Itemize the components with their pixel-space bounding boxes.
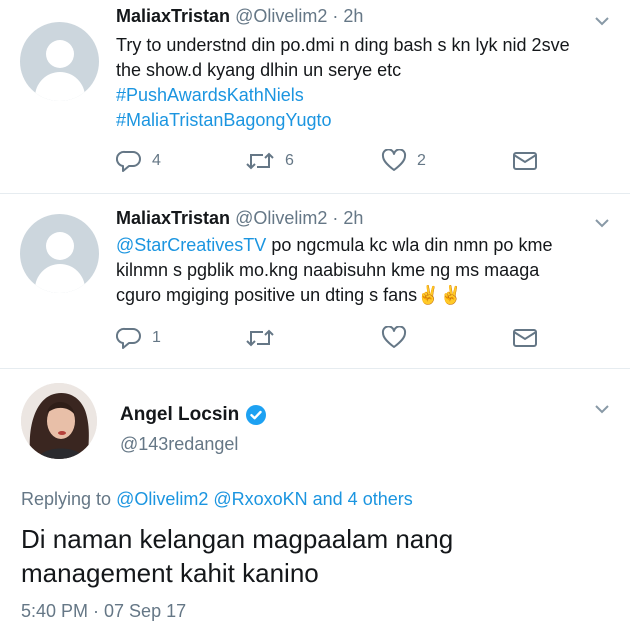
tweet-actions: 1	[116, 325, 546, 351]
like-button[interactable]: 2	[381, 148, 426, 174]
reply-count: 1	[152, 329, 161, 346]
reply-icon	[116, 150, 141, 172]
retweet-count: 6	[285, 152, 294, 169]
tweet-text-line: kilnmn s pgblik mo.kng naabisuhn kme ng …	[116, 260, 540, 280]
retweet-button[interactable]: 6	[245, 148, 294, 174]
tweet-text: @StarCreativesTV po ngcmula kc wla din n…	[116, 233, 616, 308]
tweet-timestamp: 5:40 PM · 07 Sep 17	[21, 601, 187, 621]
direct-message-button[interactable]	[512, 325, 538, 351]
like-icon	[381, 326, 407, 348]
verified-badge-icon	[246, 405, 267, 425]
avatar[interactable]	[20, 22, 99, 101]
like-count: 2	[417, 152, 426, 169]
mention-link[interactable]: @StarCreativesTV	[116, 235, 266, 255]
profile-photo	[21, 383, 97, 459]
like-button[interactable]	[381, 325, 417, 351]
tweet-text-line: @StarCreativesTV po ngcmula kc wla din n…	[116, 233, 616, 258]
author-handle[interactable]: @Olivelim2	[235, 6, 327, 26]
tweet-text-line: the show.d kyang dlhin un serye etc	[116, 60, 402, 80]
replying-to: Replying to @Olivelim2 @RxoxoKN and 4 ot…	[21, 489, 413, 510]
main-tweet-text: Di naman kelangan magpaalam nang managem…	[21, 524, 454, 588]
divider	[0, 368, 630, 369]
author-handle[interactable]: @Olivelim2	[235, 208, 327, 228]
author-handle[interactable]: @143redangel	[120, 434, 238, 455]
tweet-text-line: Try to understnd din po.dmi n ding bash …	[116, 35, 570, 55]
reply-button[interactable]: 4	[116, 148, 161, 174]
replying-prefix: Replying to	[21, 489, 117, 509]
tweet-text-line: cguro mgiging positive un dting s fans✌️…	[116, 285, 462, 305]
chevron-down-icon[interactable]	[594, 403, 610, 415]
retweet-icon	[246, 329, 274, 347]
direct-message-icon	[513, 152, 537, 170]
chevron-down-icon[interactable]	[594, 217, 610, 229]
author-name[interactable]: MaliaxTristan	[116, 6, 230, 26]
reply-button[interactable]: 1	[116, 325, 161, 351]
author-name[interactable]: MaliaxTristan	[116, 208, 230, 228]
author-name-text: Angel Locsin	[120, 404, 240, 425]
divider	[0, 193, 630, 194]
chevron-down-icon[interactable]	[594, 15, 610, 27]
tweet-text-span: po ngcmula kc wla din nmn po kme	[266, 235, 553, 255]
tweet-actions: 4 6 2	[116, 148, 546, 174]
tweet-time: · 2h	[327, 6, 364, 26]
direct-message-icon	[513, 329, 537, 347]
avatar[interactable]	[20, 214, 99, 293]
tweet-text: Try to understnd din po.dmi n ding bash …	[116, 33, 616, 133]
reply-count: 4	[152, 152, 161, 169]
like-icon	[381, 149, 407, 171]
tweet-time: · 2h	[327, 208, 364, 228]
tweet-header: MaliaxTristan @Olivelim2 · 2h	[116, 208, 363, 229]
hashtag-link[interactable]: #PushAwardsKathNiels	[116, 83, 616, 108]
direct-message-button[interactable]	[512, 148, 538, 174]
avatar[interactable]	[21, 383, 97, 459]
reply-icon	[116, 327, 141, 349]
retweet-button[interactable]	[245, 325, 285, 351]
tweet-header: MaliaxTristan @Olivelim2 · 2h	[116, 6, 363, 27]
retweet-icon	[246, 152, 274, 170]
author-name[interactable]: Angel Locsin	[120, 404, 267, 426]
hashtag-link[interactable]: #MaliaTristanBagongYugto	[116, 108, 616, 133]
replying-users-link[interactable]: @Olivelim2 @RxoxoKN and 4 others	[116, 489, 413, 509]
